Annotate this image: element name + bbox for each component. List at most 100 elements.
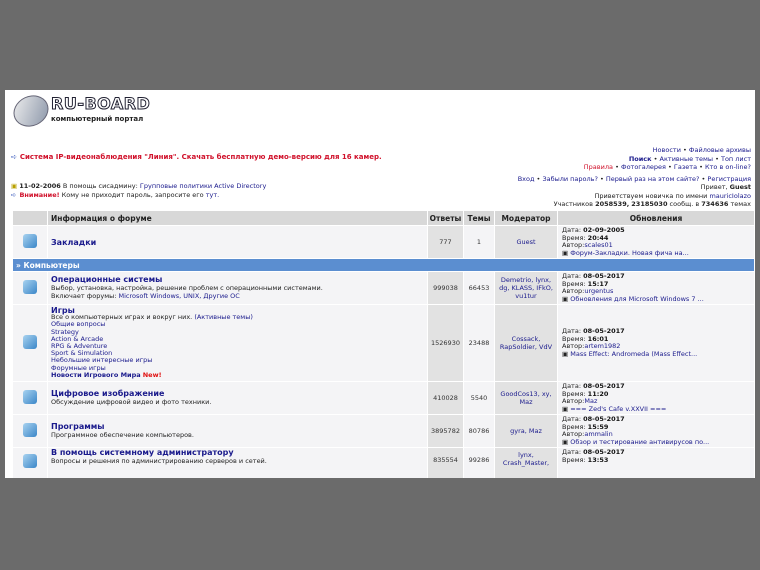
table-row: Закладки 777 1 Guest Дата: 02-09-2005 Вре…	[13, 226, 754, 258]
site-logo[interactable]: RU-BOARD компьютерный портал	[8, 90, 163, 133]
post-icon: ▣	[562, 349, 569, 358]
last-post-link[interactable]: Обновления для Microsoft Windows 7 ...	[570, 295, 704, 303]
news-prefix: В помощь сисадмину:	[62, 182, 138, 190]
time-label: Время:	[562, 455, 586, 464]
link-news[interactable]: Новости	[653, 146, 681, 154]
replies-count: 1526930	[428, 305, 463, 381]
forum-title[interactable]: В помощь системному администратору	[51, 448, 234, 457]
new-badge: New!	[142, 370, 162, 379]
last-post-link[interactable]: Форум-Закладки. Новая фича на...	[570, 249, 689, 257]
forum-icon	[23, 234, 37, 248]
table-row: Операционные системы Выбор, установка, на…	[13, 272, 754, 304]
table-row: Программы Программное обеспечение компьют…	[13, 415, 754, 447]
forum-title[interactable]: Закладки	[51, 238, 96, 247]
active-topics-link[interactable]: (Активные темы)	[194, 313, 253, 321]
stats-label: Участников	[553, 200, 593, 208]
moderator-link[interactable]: GoodCos13, xy, Maz	[500, 390, 551, 406]
topics-count: 99286	[464, 448, 494, 478]
posts-count: 23185030	[631, 200, 668, 208]
news-date: 11-02-2006	[19, 182, 61, 190]
last-update: Дата: 08-05-2017 Время: 15:59 Автор:ammali…	[558, 415, 754, 447]
replies-count: 999038	[428, 272, 463, 304]
forum-description: Выбор, установка, настройка, решение про…	[51, 284, 323, 292]
replies-count: 410028	[428, 382, 463, 414]
last-update: Дата: 02-09-2005 Время: 20:44 Автор:scales…	[558, 226, 754, 258]
link-login[interactable]: Вход	[518, 175, 535, 183]
moderator-link[interactable]: gyra, Maz	[510, 427, 542, 435]
link-forgot-password[interactable]: Забыли пароль?	[542, 175, 598, 183]
forum-icon	[23, 423, 37, 437]
last-update: Дата: 08-05-2017 Время: 16:01 Автор:artem1…	[558, 305, 754, 381]
mouse-logo-icon	[8, 90, 54, 133]
topics-count: 66453	[464, 272, 494, 304]
game-news-link[interactable]: Новости Игрового Мира	[51, 371, 141, 379]
forum-table: Информация о форуме Ответы Темы Модерато…	[12, 210, 755, 478]
forum-title[interactable]: Программы	[51, 422, 105, 431]
header-topics: Темы	[464, 211, 494, 225]
last-update: Дата: 08-05-2017 Время: 15:17 Автор:urgent…	[558, 272, 754, 304]
forum-icon	[23, 335, 37, 349]
link-active-topics[interactable]: Активные темы	[660, 155, 713, 163]
last-post-link[interactable]: Обзор и тестирование антивирусов по...	[570, 438, 709, 446]
newbie-link[interactable]: mauricIolazo	[709, 192, 751, 200]
news-link[interactable]: Групповые политики Active Directory	[140, 182, 266, 190]
forum-icon	[23, 454, 37, 468]
category-row[interactable]: » Компьютеры	[13, 259, 754, 271]
post-icon: ▣	[562, 248, 569, 257]
logo-subtitle: компьютерный портал	[51, 115, 144, 123]
header-replies: Ответы	[428, 211, 463, 225]
link-first-time[interactable]: Первый раз на этом сайте?	[606, 175, 700, 183]
category-title[interactable]: » Компьютеры	[13, 259, 754, 271]
moderator-link[interactable]: Demetrio, lynx, dg, KLASS, IFkO, vu1tur	[499, 276, 553, 300]
header-info: Информация о форуме	[48, 211, 427, 225]
header-icon	[13, 211, 47, 225]
table-row: Цифровое изображение Обсуждение цифровой …	[13, 382, 754, 414]
logo-title: RU-BOARD	[50, 94, 151, 114]
news-block: ▣ 11-02-2006 В помощь сисадмину: Группов…	[11, 182, 266, 200]
arrow-icon: ➪	[11, 191, 17, 199]
forum-page: RU-BOARD компьютерный портал ➪ Система IP…	[5, 90, 755, 478]
topics-count: 734636	[701, 200, 729, 208]
forum-icon	[23, 390, 37, 404]
topics-count: 5540	[464, 382, 494, 414]
forum-description: Программное обеспечение компьютеров.	[51, 431, 194, 439]
forum-description: Вопросы и решения по администрированию с…	[51, 457, 267, 465]
link-newspaper[interactable]: Газета	[674, 163, 697, 171]
subforum-links[interactable]: Microsoft Windows, UNIX, Другие ОС	[119, 292, 240, 300]
link-gallery[interactable]: Фотогалерея	[621, 163, 666, 171]
replies-count: 777	[428, 226, 463, 258]
update-time: 13:53	[587, 455, 609, 464]
subforum-link[interactable]: Strategy	[51, 328, 427, 336]
moderator-link[interactable]: lynx, Crash_Master,	[503, 451, 549, 467]
warning-text: Кому не приходит пароль, запросите его	[61, 191, 204, 199]
link-rules[interactable]: Правила	[584, 163, 613, 171]
post-icon: ▣	[562, 404, 569, 413]
link-register[interactable]: Регистрация	[707, 175, 751, 183]
forum-title[interactable]: Операционные системы	[51, 275, 162, 284]
moderator-link[interactable]: Guest	[516, 238, 535, 246]
warning-link[interactable]: тут.	[206, 191, 220, 199]
last-post-link[interactable]: Mass Effect: Andromeda (Mass Effect...	[570, 350, 697, 358]
subforum-link[interactable]: Небольшие интересные игры	[51, 357, 427, 364]
subforum-link[interactable]: Action & Arcade	[51, 335, 427, 343]
last-update: Дата: 08-05-2017 Время: 11:20 Автор:Maz ▣ =…	[558, 382, 754, 414]
table-row: В помощь системному администратору Вопрос…	[13, 448, 754, 478]
last-post-link[interactable]: === Zed's Cafe v.XXVII ===	[570, 405, 666, 413]
promo-banner[interactable]: ➪ Система IP-видеонаблюдения "Линия". Ска…	[11, 153, 382, 161]
subforum-link[interactable]: Общие вопросы	[51, 321, 427, 328]
username: Guest	[729, 183, 751, 191]
post-icon: ▣	[562, 294, 569, 303]
forum-title[interactable]: Цифровое изображение	[51, 389, 164, 398]
link-top-list[interactable]: Топ лист	[721, 155, 751, 163]
link-file-archives[interactable]: Файловые архивы	[689, 146, 751, 154]
link-online[interactable]: Кто в on-line?	[705, 163, 751, 171]
stats-text: темах	[730, 200, 751, 208]
members-count: 2058539,	[595, 200, 630, 208]
last-update: Дата: 08-05-2017 Время: 13:53	[558, 448, 754, 478]
link-search[interactable]: Поиск	[629, 155, 652, 163]
promo-link[interactable]: Система IP-видеонаблюдения "Линия". Скач…	[20, 153, 382, 161]
moderator-link[interactable]: Cossack, RapSoldier, VdV	[500, 335, 552, 351]
greeting: Привет,	[700, 183, 728, 191]
topics-count: 23488	[464, 305, 494, 381]
header-moderator: Модератор	[495, 211, 557, 225]
